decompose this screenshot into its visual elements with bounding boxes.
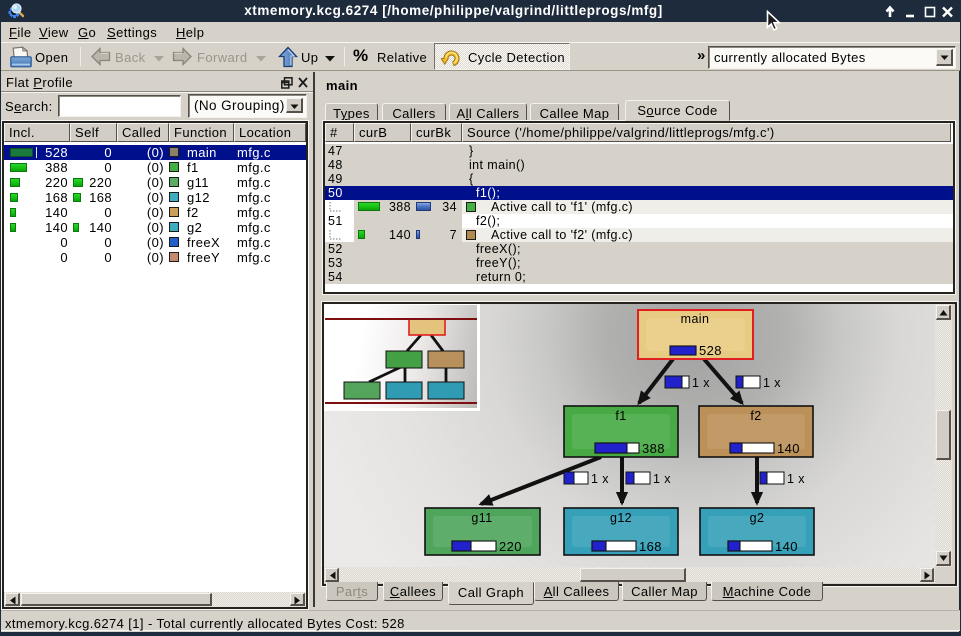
svg-text:528: 528 (699, 343, 722, 358)
svg-text:f2: f2 (750, 409, 761, 423)
svg-text:140: 140 (775, 539, 798, 554)
svg-text:1 x: 1 x (653, 472, 671, 486)
svg-text:388: 388 (642, 441, 665, 456)
svg-text:1 x: 1 x (787, 472, 805, 486)
svg-text:220: 220 (499, 539, 522, 554)
svg-text:168: 168 (639, 539, 662, 554)
svg-text:g11: g11 (471, 511, 492, 525)
svg-text:g12: g12 (610, 511, 632, 525)
svg-text:main: main (681, 312, 710, 326)
svg-text:140: 140 (777, 441, 800, 456)
svg-text:f1: f1 (615, 409, 626, 423)
svg-text:g2: g2 (750, 511, 765, 525)
svg-text:1 x: 1 x (591, 472, 609, 486)
svg-text:1 x: 1 x (692, 376, 710, 390)
svg-text:1 x: 1 x (763, 376, 781, 390)
